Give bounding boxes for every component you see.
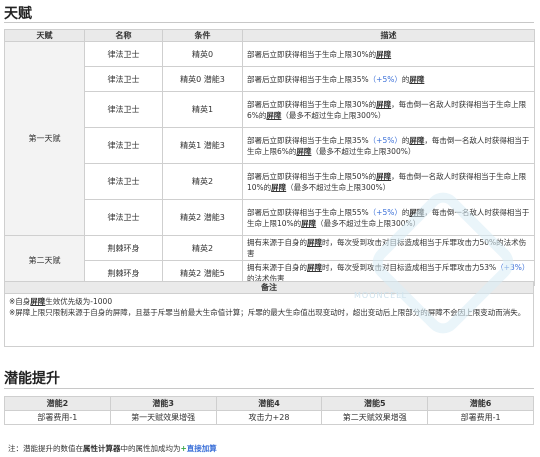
text-run: 拥有来源于自身的 — [247, 263, 307, 272]
talent-name: 律法卫士 — [84, 66, 163, 92]
talent-description: 部署后立即获得相当于生命上限35%（+5%）的屏障，每击倒一名敌人时获得相当于生… — [242, 127, 535, 164]
shield-link[interactable]: 屏障 — [30, 297, 45, 306]
talent-condition: 精英0 潜能3 — [162, 66, 243, 92]
text-run: 部署后立即获得相当于生命上限55% — [247, 207, 369, 217]
header-description: 描述 — [242, 29, 535, 42]
talent-row: 律法卫士 精英0 潜能3 部署后立即获得相当于生命上限35%（+5%）的屏障 — [5, 66, 535, 92]
potential-value: 第二天赋效果增强 — [321, 410, 429, 425]
potential-section-title: 潜能提升 — [4, 371, 60, 387]
shield-link[interactable]: 屏障 — [409, 136, 424, 145]
text-run: ※自身 — [9, 297, 31, 306]
direct-add-link[interactable]: 直接加算 — [187, 444, 217, 453]
shield-link[interactable]: 屏障 — [409, 75, 424, 84]
talent-row: 律法卫士 精英1 潜能3 部署后立即获得相当于生命上限35%（+5%）的屏障，每击倒… — [5, 127, 535, 164]
text-run: 部署后立即获得相当于生命上限30%的 — [247, 99, 377, 109]
bonus-value: （+5%） — [368, 207, 402, 217]
potential-table: 潜能2 潜能3 潜能4 潜能5 潜能6 部署费用-1 第一天赋效果增强 攻击力+… — [4, 396, 534, 425]
talent-description: 部署后立即获得相当于生命上限30%的屏障，每击倒一名敌人时获得相当于生命上限6%… — [242, 91, 535, 128]
talent-name: 律法卫士 — [84, 127, 163, 164]
talent-description: 部署后立即获得相当于生命上限35%（+5%）的屏障 — [242, 66, 535, 92]
talent-group-name: 第一天赋 — [4, 41, 85, 236]
talent-condition: 精英0 — [162, 41, 243, 67]
potential-header: 潜能6 — [427, 396, 534, 411]
talent-name: 荆棘环身 — [84, 235, 163, 261]
text-run: （最多不超过生命上限300%） — [311, 146, 416, 156]
shield-link[interactable]: 屏障 — [307, 238, 322, 247]
text-run: 生效优先级为-1000 — [45, 297, 113, 306]
shield-link[interactable]: 屏障 — [307, 263, 322, 272]
footnote-middle: 中的属性加成均为 — [120, 444, 181, 453]
header-name: 名称 — [84, 29, 163, 42]
talent-description: 部署后立即获得相当于生命上限55%（+5%）的屏障，每击倒一名敌人时获得相当于生… — [242, 199, 535, 236]
header-talent: 天赋 — [4, 29, 85, 42]
bonus-value: （+5%） — [368, 135, 402, 145]
potential-header: 潜能3 — [109, 396, 217, 411]
potential-header: 潜能4 — [215, 396, 323, 411]
potential-value: 第一天赋效果增强 — [109, 410, 217, 425]
bonus-value: （+5%） — [368, 74, 402, 84]
talent-name: 律法卫士 — [84, 41, 163, 67]
footnote: 注：潜能提升的数值在属性计算器中的属性加成均为+直接加算 — [8, 443, 217, 454]
shield-link[interactable]: 屏障 — [271, 183, 286, 192]
divider — [4, 388, 534, 389]
footnote-bold: 属性计算器 — [83, 444, 121, 453]
potential-header: 潜能5 — [321, 396, 429, 411]
talent-condition: 精英2 潜能3 — [162, 199, 243, 236]
talent-name: 律法卫士 — [84, 91, 163, 128]
talent-condition: 精英2 — [162, 235, 243, 261]
potential-value: 攻击力+28 — [215, 410, 323, 425]
talent-name: 律法卫士 — [84, 163, 163, 200]
footnote-prefix: 注：潜能提升的数值在 — [8, 444, 83, 453]
text-run: 拥有来源于自身的 — [247, 238, 307, 247]
watermark-text: MOONCELL — [354, 291, 408, 300]
talent-row: 律法卫士 精英1 部署后立即获得相当于生命上限30%的屏障，每击倒一名敌人时获得相当… — [5, 91, 535, 128]
text-run: 部署后立即获得相当于生命上限35% — [247, 74, 369, 84]
talent-group-name: 第二天赋 — [4, 235, 85, 286]
shield-link[interactable]: 屏障 — [266, 111, 281, 120]
talent-row: 第一天赋 律法卫士 精英0 部署后立即获得相当于生命上限30%的屏障 — [4, 41, 535, 236]
shield-link[interactable]: 屏障 — [376, 100, 391, 109]
potential-value: 部署费用-1 — [427, 410, 534, 425]
shield-link[interactable]: 屏障 — [301, 219, 316, 228]
talent-condition: 精英1 — [162, 91, 243, 128]
text-run: 部署后立即获得相当于生命上限50%的 — [247, 171, 377, 181]
text-run: 部署后立即获得相当于生命上限30%的 — [247, 49, 377, 59]
shield-link[interactable]: 屏障 — [376, 50, 391, 59]
text-run: 部署后立即获得相当于生命上限35% — [247, 135, 369, 145]
talent-name: 律法卫士 — [84, 199, 163, 236]
talent-condition: 精英1 潜能3 — [162, 127, 243, 164]
talent-description: 部署后立即获得相当于生命上限50%的屏障，每击倒一名敌人时获得相当于生命上限10… — [242, 163, 535, 200]
text-run: （最多不超过生命上限300%） — [286, 182, 391, 192]
shield-link[interactable]: 屏障 — [296, 147, 311, 156]
talent-description: 部署后立即获得相当于生命上限30%的屏障 — [242, 41, 535, 67]
talent-section-title: 天赋 — [4, 6, 32, 22]
potential-header: 潜能2 — [4, 396, 111, 411]
text-run: （最多不超过生命上限300%） — [281, 110, 386, 120]
potential-value: 部署费用-1 — [4, 410, 111, 425]
header-condition: 条件 — [162, 29, 243, 42]
shield-link[interactable]: 屏障 — [376, 172, 391, 181]
talent-condition: 精英2 — [162, 163, 243, 200]
talent-row: 律法卫士 精英2 部署后立即获得相当于生命上限50%的屏障，每击倒一名敌人时获得相当… — [5, 163, 535, 200]
divider — [4, 22, 534, 23]
